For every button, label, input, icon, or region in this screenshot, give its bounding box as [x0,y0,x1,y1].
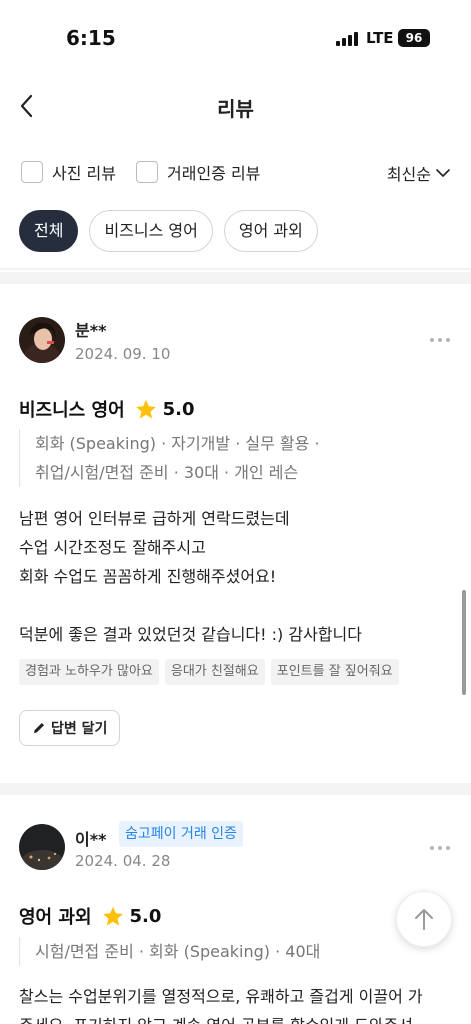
rating-value: 5.0 [129,905,162,927]
reviewer-name: 분** [75,321,107,340]
more-options-icon[interactable] [430,338,450,344]
checkbox-box[interactable] [21,161,43,183]
filter-bar: 사진 리뷰 거래인증 리뷰 최신순 [0,152,471,192]
arrow-up-icon [415,909,433,930]
review-body: 찰스는 수업분위기를 열정적으로, 유쾌하고 즐겁게 이끌어 가 주세요. 포기… [19,987,423,1024]
chip-english-tutoring[interactable]: 영어 과외 [223,210,318,252]
review-tags-line: 시험/면접 준비 · 회화 (Speaking) · 40대 [35,942,321,961]
keyword-tag: 응대가 친절해요 [164,659,265,685]
reviewer-avatar [19,824,65,870]
rating-value: 5.0 [162,398,195,420]
status-time: 6:15 [66,26,116,50]
verified-review-checkbox[interactable]: 거래인증 리뷰 [136,160,260,184]
star-icon [135,399,156,418]
service-name: 비즈니스 영어 [19,400,125,421]
review-body: 남편 영어 인터뷰로 급하게 연락드렸는데 수업 시간조정도 잘해주시고 회화 … [19,509,362,644]
photo-review-label: 사진 리뷰 [52,164,116,183]
verified-payment-badge: 숨고페이 거래 인증 [119,821,243,847]
review-service: 영어 과외 5.0 [19,903,161,929]
network-label: LTE [366,29,394,47]
category-chips: 전체 비즈니스 영어 영어 과외 [19,210,318,252]
more-options-icon[interactable] [430,846,450,852]
reply-button-label: 답변 달기 [51,721,108,737]
review-date: 2024. 09. 10 [75,345,171,363]
review-tags: 시험/면접 준비 · 회화 (Speaking) · 40대 [19,937,320,966]
section-divider [0,783,471,795]
keyword-tag: 경험과 노하우가 많아요 [19,659,159,685]
scrollbar[interactable] [462,590,466,695]
verified-review-label: 거래인증 리뷰 [167,164,261,183]
review-tags: 회화 (Speaking) · 자기개발 · 실무 활용 · 취업/시험/면접 … [19,429,320,487]
review-tags-line: 회화 (Speaking) · 자기개발 · 실무 활용 · [35,434,320,453]
page-title: 리뷰 [217,97,254,121]
star-icon [102,906,123,925]
sort-label: 최신순 [386,165,431,184]
photo-review-checkbox[interactable]: 사진 리뷰 [21,160,116,184]
reviewer-avatar [19,317,65,363]
nav-header: 리뷰 [0,76,471,136]
review-date: 2024. 04. 28 [75,852,171,870]
signal-icon [336,32,358,46]
reply-button[interactable]: 답변 달기 [19,710,121,746]
review-service: 비즈니스 영어 5.0 [19,396,195,422]
pencil-icon [34,723,44,733]
section-divider [0,272,471,284]
keyword-tag: 포인트를 잘 짚어줘요 [270,659,399,685]
review-keywords: 경험과 노하우가 많아요 응대가 친절해요 포인트를 잘 짚어줘요 [19,659,399,685]
chip-business-english[interactable]: 비즈니스 영어 [89,210,213,252]
status-bar: 6:15 LTE 96 [0,0,471,76]
section-divider [0,268,471,270]
chevron-down-icon [436,168,450,177]
chip-all[interactable]: 전체 [19,210,79,252]
reviewer-name: 이** [75,830,107,849]
scroll-to-top-button[interactable] [396,891,452,947]
review-tags-line: 취업/시험/면접 준비 · 30대 · 개인 레슨 [35,463,299,482]
service-name: 영어 과외 [19,907,92,928]
battery-icon: 96 [398,29,430,47]
checkbox-box[interactable] [136,161,158,183]
sort-dropdown[interactable]: 최신순 [387,161,450,185]
